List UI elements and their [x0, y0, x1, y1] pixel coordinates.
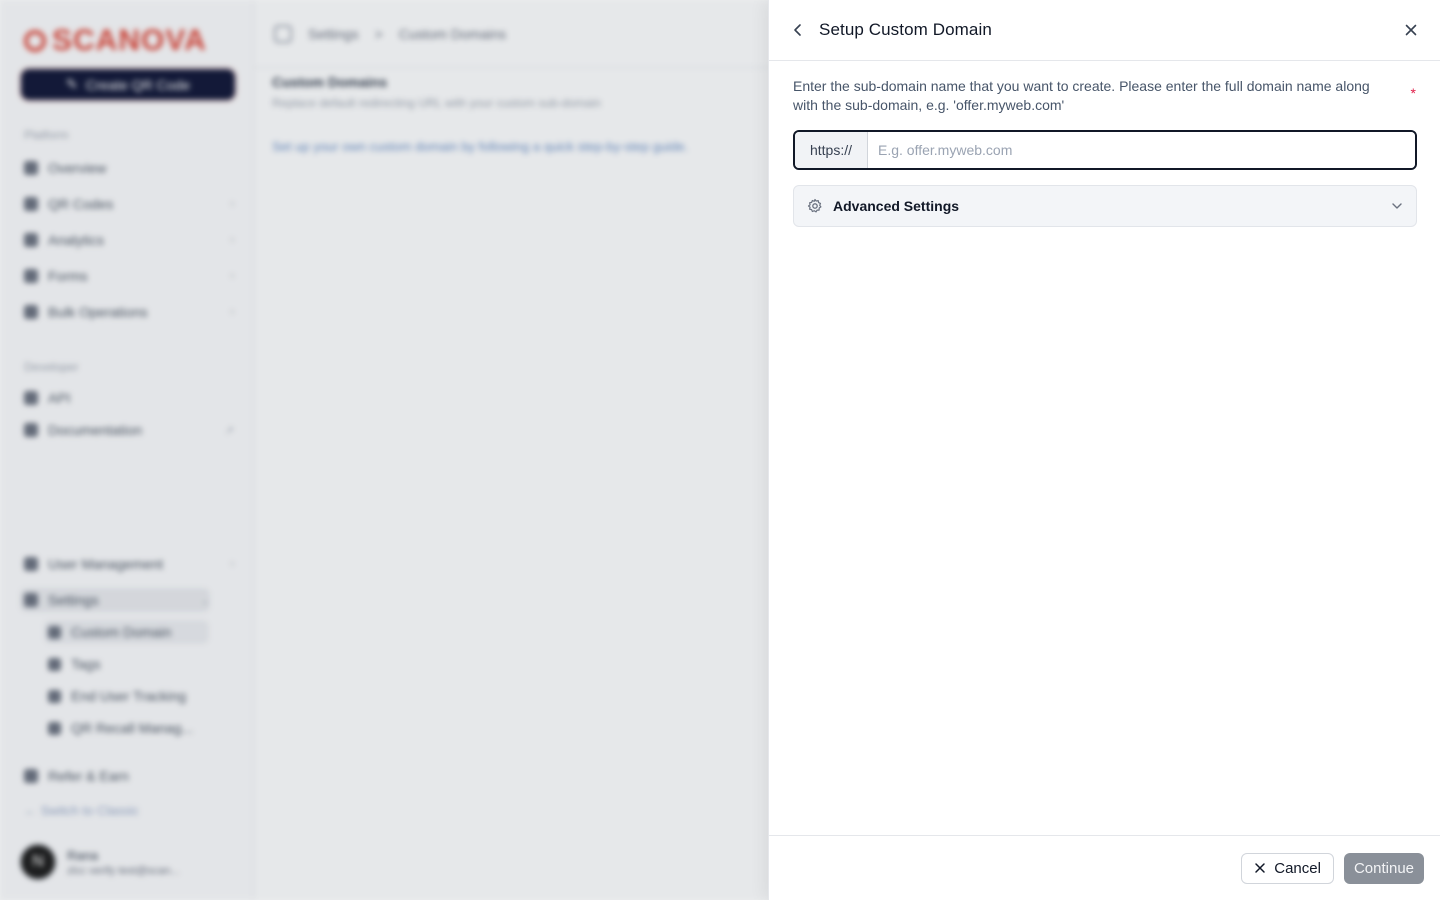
- drawer-body: Enter the sub-domain name that you want …: [769, 61, 1440, 227]
- subdomain-field-label: Enter the sub-domain name that you want …: [793, 78, 1370, 113]
- url-prefix: https://: [795, 132, 868, 168]
- back-button[interactable]: [787, 19, 809, 41]
- continue-button[interactable]: Continue: [1343, 852, 1424, 884]
- cancel-button[interactable]: Cancel: [1241, 852, 1334, 884]
- drawer-footer: Cancel Continue: [769, 835, 1440, 900]
- required-marker: *: [1410, 85, 1416, 101]
- close-icon: [1405, 24, 1417, 36]
- close-icon: [1255, 863, 1265, 873]
- setup-custom-domain-drawer: Setup Custom Domain Enter the sub-domain…: [768, 0, 1440, 900]
- gear-icon: [806, 197, 824, 215]
- chevron-left-icon: [794, 24, 801, 36]
- advanced-settings-label: Advanced Settings: [833, 198, 960, 214]
- chevron-down-icon: [1390, 199, 1404, 213]
- subdomain-input-group: https://: [793, 130, 1417, 170]
- drawer-header: Setup Custom Domain: [769, 0, 1440, 61]
- subdomain-input[interactable]: [868, 132, 1415, 168]
- advanced-settings-accordion[interactable]: Advanced Settings: [793, 185, 1417, 227]
- cancel-label: Cancel: [1274, 859, 1321, 877]
- field-label-row: Enter the sub-domain name that you want …: [793, 77, 1416, 115]
- drawer-title: Setup Custom Domain: [819, 20, 992, 39]
- close-button[interactable]: [1400, 19, 1422, 41]
